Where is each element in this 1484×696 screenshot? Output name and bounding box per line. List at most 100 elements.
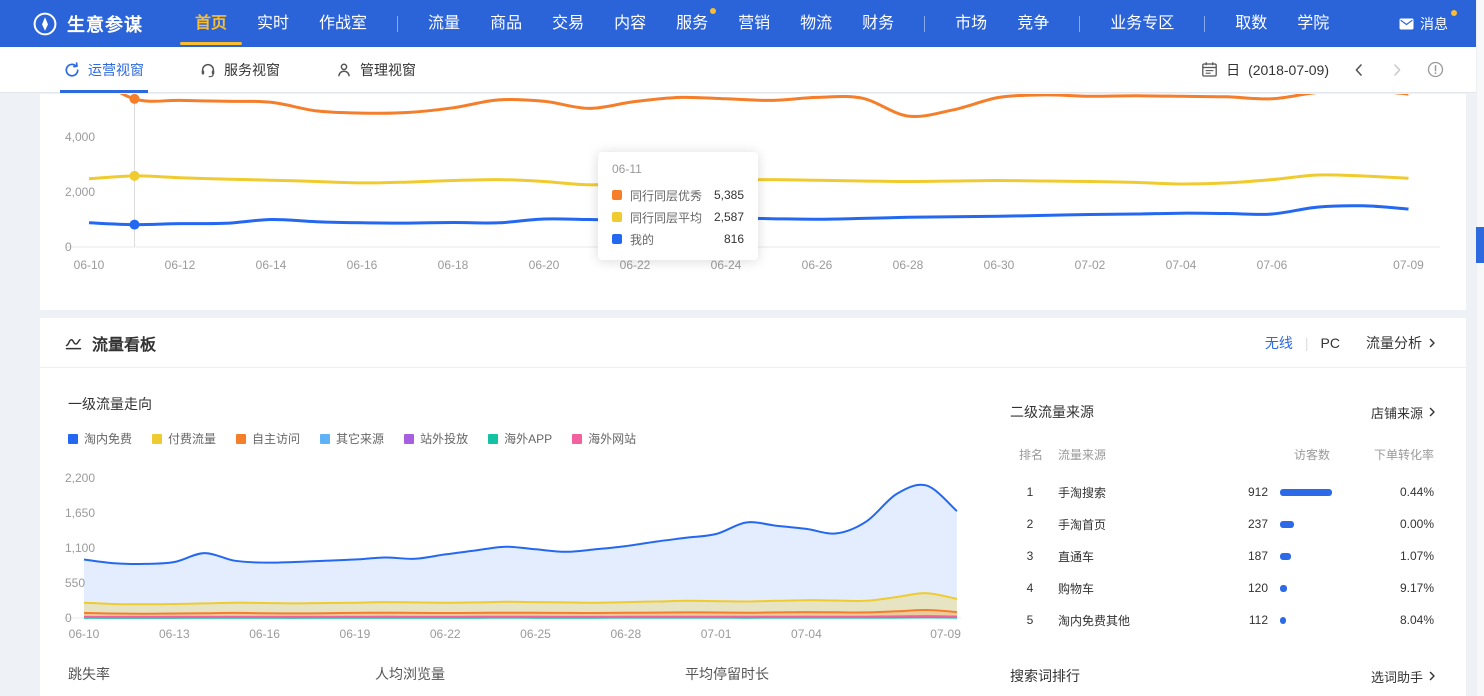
table-row[interactable]: 1手淘搜索9120.44% xyxy=(1010,476,1438,508)
nav-item-finance[interactable]: 财务 xyxy=(862,0,894,47)
trend-icon xyxy=(65,335,82,350)
shop-source-label: 店铺来源 xyxy=(1371,403,1423,422)
svg-text:07-01: 07-01 xyxy=(701,627,732,641)
stat-label: 跳失率 xyxy=(68,664,159,684)
chart-tooltip: 06-11 同行同层优秀5,385同行同层平均2,587我的816 xyxy=(598,152,758,260)
page-scrollbar[interactable] xyxy=(1476,0,1484,696)
svg-text:550: 550 xyxy=(65,576,85,590)
primary-traffic-title: 一级流量走向 xyxy=(68,394,152,414)
svg-text:07-06: 07-06 xyxy=(1257,258,1288,272)
tooltip-series-value: 5,385 xyxy=(714,188,744,202)
legend-item[interactable]: 其它来源 xyxy=(320,430,384,447)
nav-item-competition[interactable]: 竞争 xyxy=(1017,0,1049,47)
stat-label: 人均浏览量 xyxy=(375,664,445,684)
word-helper-link[interactable]: 选词助手 xyxy=(1371,667,1438,686)
svg-text:06-19: 06-19 xyxy=(340,627,371,641)
nav-item-trade[interactable]: 交易 xyxy=(552,0,584,47)
chevron-right-icon xyxy=(1426,337,1438,349)
svg-text:06-13: 06-13 xyxy=(159,627,190,641)
tab-label: 管理视窗 xyxy=(360,60,416,80)
visitors-bar-cell xyxy=(1268,581,1330,595)
table-row[interactable]: 4购物车1209.17% xyxy=(1010,572,1438,604)
chevron-left-icon[interactable] xyxy=(1351,62,1367,78)
area-chart-legend: 淘内免费 付费流量 自主访问 其它来源 站外投放 海外APP 海外网站 xyxy=(68,430,636,447)
visitors-bar-cell xyxy=(1268,613,1330,627)
main-nav: 首页实时作战室 流量商品交易内容服务营销物流财务 市场竞争 业务专区 取数学院 xyxy=(195,0,1329,47)
svg-text:0: 0 xyxy=(65,240,72,254)
nav-item-business-zone[interactable]: 业务专区 xyxy=(1110,0,1174,47)
tooltip-row: 同行同层优秀5,385 xyxy=(612,184,744,206)
legend-label: 其它来源 xyxy=(336,430,384,447)
column-header: 排名 xyxy=(1010,446,1050,463)
toggle-wireless[interactable]: 无线 xyxy=(1265,333,1293,353)
date-picker[interactable]: 日 (2018-07-09) xyxy=(1201,60,1329,80)
nav-message[interactable]: 消息 xyxy=(1399,14,1448,34)
nav-item-academy[interactable]: 学院 xyxy=(1297,0,1329,47)
toggle-pc[interactable]: PC xyxy=(1321,335,1340,351)
nav-item-market[interactable]: 市场 xyxy=(955,0,987,47)
info-icon[interactable] xyxy=(1427,61,1444,78)
brand-name[interactable]: 生意参谋 xyxy=(67,11,143,37)
table-row[interactable]: 5淘内免费其他1128.04% xyxy=(1010,604,1438,636)
tab-service-view[interactable]: 服务视窗 xyxy=(200,47,280,93)
source-cell: 手淘搜索 xyxy=(1050,484,1162,501)
legend-item[interactable]: 海外网站 xyxy=(572,430,636,447)
brand[interactable]: 生意参谋 xyxy=(32,11,143,37)
chevron-right-icon[interactable] xyxy=(1389,62,1405,78)
visitors-cell: 237 xyxy=(1162,517,1268,531)
message-icon xyxy=(1399,18,1414,30)
stat-bounce-rate: 跳失率59.73% xyxy=(68,664,159,696)
svg-text:06-18: 06-18 xyxy=(438,258,469,272)
legend-item[interactable]: 自主访问 xyxy=(236,430,300,447)
nav-item-logistics[interactable]: 物流 xyxy=(800,0,832,47)
visitors-cell: 187 xyxy=(1162,549,1268,563)
traffic-analysis-link[interactable]: 流量分析 xyxy=(1366,333,1438,353)
svg-text:06-22: 06-22 xyxy=(430,627,461,641)
search-rank-title: 搜索词排行 xyxy=(1010,666,1080,686)
legend-item[interactable]: 站外投放 xyxy=(404,430,468,447)
svg-text:06-12: 06-12 xyxy=(165,258,196,272)
message-label: 消息 xyxy=(1420,14,1448,34)
tooltip-row: 同行同层平均2,587 xyxy=(612,206,744,228)
svg-text:06-22: 06-22 xyxy=(620,258,651,272)
svg-text:07-09: 07-09 xyxy=(930,627,961,641)
visitors-bar-cell xyxy=(1268,549,1330,563)
visitors-bar-cell xyxy=(1268,517,1330,531)
tab-label: 运营视窗 xyxy=(88,60,144,80)
nav-item-marketing[interactable]: 营销 xyxy=(738,0,770,47)
person-icon xyxy=(336,62,352,78)
headset-icon xyxy=(200,62,216,78)
table-row[interactable]: 2手淘首页2370.00% xyxy=(1010,508,1438,540)
legend-item[interactable]: 付费流量 xyxy=(152,430,216,447)
source-cell: 直通车 xyxy=(1050,548,1162,565)
nav-item-data-extract[interactable]: 取数 xyxy=(1235,0,1267,47)
legend-label: 自主访问 xyxy=(252,430,300,447)
sync-icon xyxy=(64,62,80,78)
nav-item-home[interactable]: 首页 xyxy=(195,0,227,47)
conversion-cell: 8.04% xyxy=(1330,613,1434,627)
legend-item[interactable]: 海外APP xyxy=(488,430,552,447)
nav-item-war-room[interactable]: 作战室 xyxy=(319,0,367,47)
shop-source-link[interactable]: 店铺来源 xyxy=(1371,403,1438,422)
svg-text:06-25: 06-25 xyxy=(520,627,551,641)
tab-operation-view[interactable]: 运营视窗 xyxy=(64,47,144,93)
table-row[interactable]: 3直通车1871.07% xyxy=(1010,540,1438,572)
nav-item-realtime[interactable]: 实时 xyxy=(257,0,289,47)
svg-text:07-04: 07-04 xyxy=(1166,258,1197,272)
scrollbar-thumb[interactable] xyxy=(1476,227,1484,263)
primary-area-chart[interactable]: 05501,1001,6502,20006-1006-1306-1606-190… xyxy=(40,458,1000,658)
legend-marker xyxy=(488,434,498,444)
nav-item-content[interactable]: 内容 xyxy=(614,0,646,47)
series-marker xyxy=(612,190,622,200)
nav-item-product[interactable]: 商品 xyxy=(490,0,522,47)
nav-divider xyxy=(1079,16,1080,32)
visitors-bar xyxy=(1280,553,1291,560)
tab-management-view[interactable]: 管理视窗 xyxy=(336,47,416,93)
svg-text:06-10: 06-10 xyxy=(74,258,105,272)
nav-item-traffic[interactable]: 流量 xyxy=(428,0,460,47)
legend-item[interactable]: 淘内免费 xyxy=(68,430,132,447)
traffic-table-header: 排名流量来源访客数下单转化率 xyxy=(1010,446,1438,463)
nav-item-service[interactable]: 服务 xyxy=(676,0,708,47)
svg-text:06-28: 06-28 xyxy=(610,627,641,641)
legend-label: 海外网站 xyxy=(588,430,636,447)
